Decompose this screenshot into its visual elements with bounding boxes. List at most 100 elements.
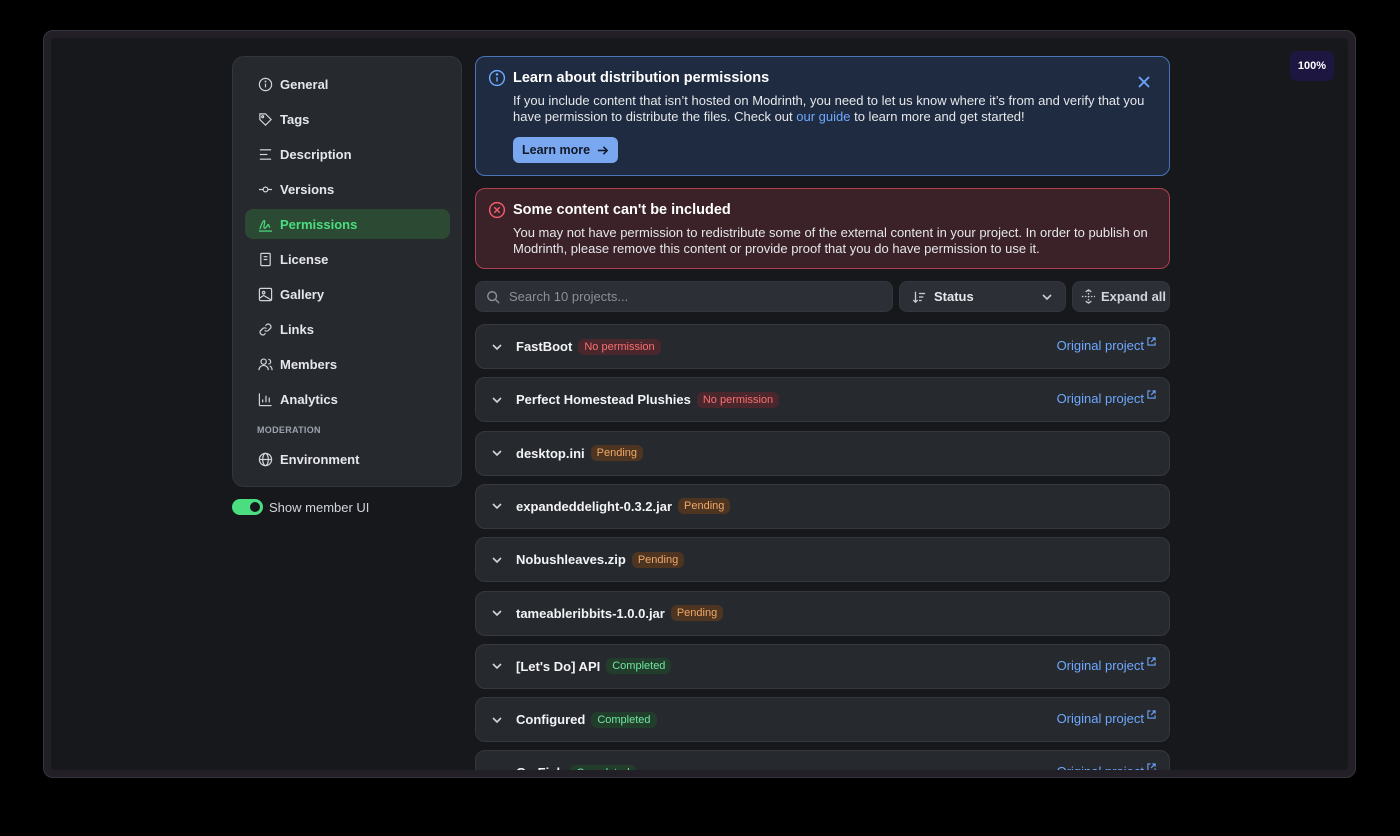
sidebar-item-label: Environment: [280, 451, 360, 467]
status-badge: Pending: [590, 445, 643, 462]
external-link-icon: [1147, 657, 1156, 666]
learn-more-button[interactable]: Learn more: [513, 137, 619, 163]
users-icon: [257, 356, 273, 372]
show-member-ui-toggle[interactable]: [232, 499, 263, 515]
status-badge: Completed: [606, 658, 672, 675]
info-circle-icon: [257, 76, 273, 92]
expand-all-button[interactable]: Expand all: [1072, 281, 1170, 312]
chart-icon: [257, 391, 273, 407]
chevron-down-icon[interactable]: [491, 714, 503, 726]
error-circle-icon: [488, 201, 506, 219]
expand-icon: [1081, 289, 1096, 304]
project-row[interactable]: FastBoot No permission Original project: [475, 324, 1170, 369]
learn-more-label: Learn more: [522, 143, 591, 157]
align-left-icon: [257, 146, 273, 162]
expand-all-label: Expand all: [1101, 289, 1167, 304]
sidebar-item-label: License: [280, 251, 329, 267]
app-content: 100% General Tags Description Versions Permi…: [51, 38, 1348, 770]
commit-icon: [257, 181, 273, 197]
project-row[interactable]: [Let's Do] API Completed Original project: [475, 643, 1170, 689]
sidebar-item-label: Analytics: [280, 391, 338, 407]
sidebar-item-license[interactable]: License: [245, 244, 450, 274]
chevron-down-icon[interactable]: [491, 554, 503, 566]
original-project-label: Original project: [1056, 657, 1144, 673]
status-badge: Pending: [678, 498, 731, 515]
chevron-down-icon[interactable]: [491, 341, 503, 353]
sidebar-item-links[interactable]: Links: [245, 314, 450, 344]
zoom-indicator[interactable]: 100%: [1290, 51, 1334, 81]
chevron-down-icon[interactable]: [491, 660, 503, 672]
search-projects[interactable]: [475, 281, 893, 312]
sidebar-item-label: Description: [280, 146, 352, 162]
sidebar-item-description[interactable]: Description: [245, 139, 450, 169]
image-icon: [257, 286, 273, 302]
chevron-down-icon[interactable]: [491, 607, 503, 619]
project-name: Configured: [516, 712, 586, 728]
sidebar-item-general[interactable]: General: [245, 69, 450, 99]
info-text-part: to learn more and get started!: [850, 108, 1025, 124]
info-banner-text: If you include content that isn’t hosted…: [513, 93, 1153, 124]
external-link-icon: [1147, 763, 1156, 770]
chevron-down-icon[interactable]: [491, 394, 503, 406]
project-name: tameableribbits-1.0.0.jar: [516, 605, 665, 621]
status-filter-select[interactable]: Status: [899, 281, 1066, 312]
sidebar-item-versions[interactable]: Versions: [245, 174, 450, 204]
settings-sidebar: General Tags Description Versions Permission…: [232, 56, 462, 487]
status-badge: No permission: [696, 391, 780, 408]
show-member-ui-label: Show member UI: [269, 499, 370, 515]
original-project-link[interactable]: Original project: [1057, 763, 1156, 770]
project-name: Go Fish: [516, 765, 564, 770]
chevron-down-icon[interactable]: [491, 767, 503, 770]
signature-icon: [257, 216, 273, 232]
error-banner: Some content can't be included You may n…: [475, 188, 1170, 269]
sidebar-item-label: General: [280, 76, 329, 92]
sidebar-item-members[interactable]: Members: [245, 349, 450, 379]
project-name: Perfect Homestead Plushies: [516, 392, 691, 408]
link-icon: [257, 321, 273, 337]
book-icon: [257, 251, 273, 267]
original-project-link[interactable]: Original project: [1056, 657, 1156, 673]
external-link-icon: [1147, 710, 1156, 719]
project-row[interactable]: tameableribbits-1.0.0.jar Pending: [475, 590, 1170, 636]
arrow-right-icon: [597, 145, 609, 155]
error-banner-title: Some content can't be included: [513, 202, 731, 218]
project-row[interactable]: expandeddelight-0.3.2.jar Pending: [475, 483, 1170, 529]
chevron-down-icon: [1042, 294, 1052, 301]
app-window: 100% General Tags Description Versions Permi…: [43, 30, 1356, 778]
info-banner: Learn about distribution permissions If …: [475, 56, 1170, 176]
sidebar-item-analytics[interactable]: Analytics: [245, 384, 450, 414]
sidebar-item-label: Versions: [280, 181, 335, 197]
search-input[interactable]: [507, 288, 871, 305]
status-badge: Completed: [591, 711, 657, 728]
toggle-knob: [250, 502, 260, 512]
sidebar-item-permissions[interactable]: Permissions: [245, 209, 450, 239]
sidebar-item-label: Members: [280, 356, 338, 372]
search-icon: [487, 290, 500, 304]
project-row[interactable]: Configured Completed Original project: [475, 697, 1170, 743]
project-row[interactable]: Go Fish Completed Original project: [475, 750, 1170, 770]
original-project-link[interactable]: Original project: [1056, 710, 1156, 727]
sidebar-item-gallery[interactable]: Gallery: [245, 279, 450, 309]
project-name: expandeddelight-0.3.2.jar: [516, 498, 673, 514]
close-icon[interactable]: [1137, 75, 1151, 89]
show-member-ui-toggle-row[interactable]: Show member UI: [232, 499, 369, 515]
sidebar-item-label: Permissions: [280, 216, 358, 232]
original-project-label: Original project: [1056, 338, 1144, 353]
our-guide-link[interactable]: our guide: [796, 109, 850, 124]
chevron-down-icon[interactable]: [491, 447, 503, 459]
original-project-label: Original project: [1056, 711, 1144, 727]
chevron-down-icon[interactable]: [491, 500, 503, 512]
project-row[interactable]: Perfect Homestead Plushies No permission O…: [475, 377, 1170, 423]
external-link-icon: [1147, 390, 1156, 399]
project-row[interactable]: desktop.ini Pending: [475, 430, 1170, 476]
sidebar-item-label: Tags: [280, 111, 310, 127]
project-row[interactable]: Nobushleaves.zip Pending: [475, 537, 1170, 583]
original-project-link[interactable]: Original project: [1057, 390, 1156, 406]
project-name: [Let's Do] API: [516, 658, 601, 674]
sidebar-item-tags[interactable]: Tags: [245, 104, 450, 134]
original-project-link[interactable]: Original project: [1056, 337, 1156, 353]
status-filter-label: Status: [934, 289, 974, 304]
tag-icon: [257, 111, 273, 127]
sidebar-item-environment[interactable]: Environment: [245, 444, 450, 474]
status-badge: No permission: [578, 338, 661, 355]
